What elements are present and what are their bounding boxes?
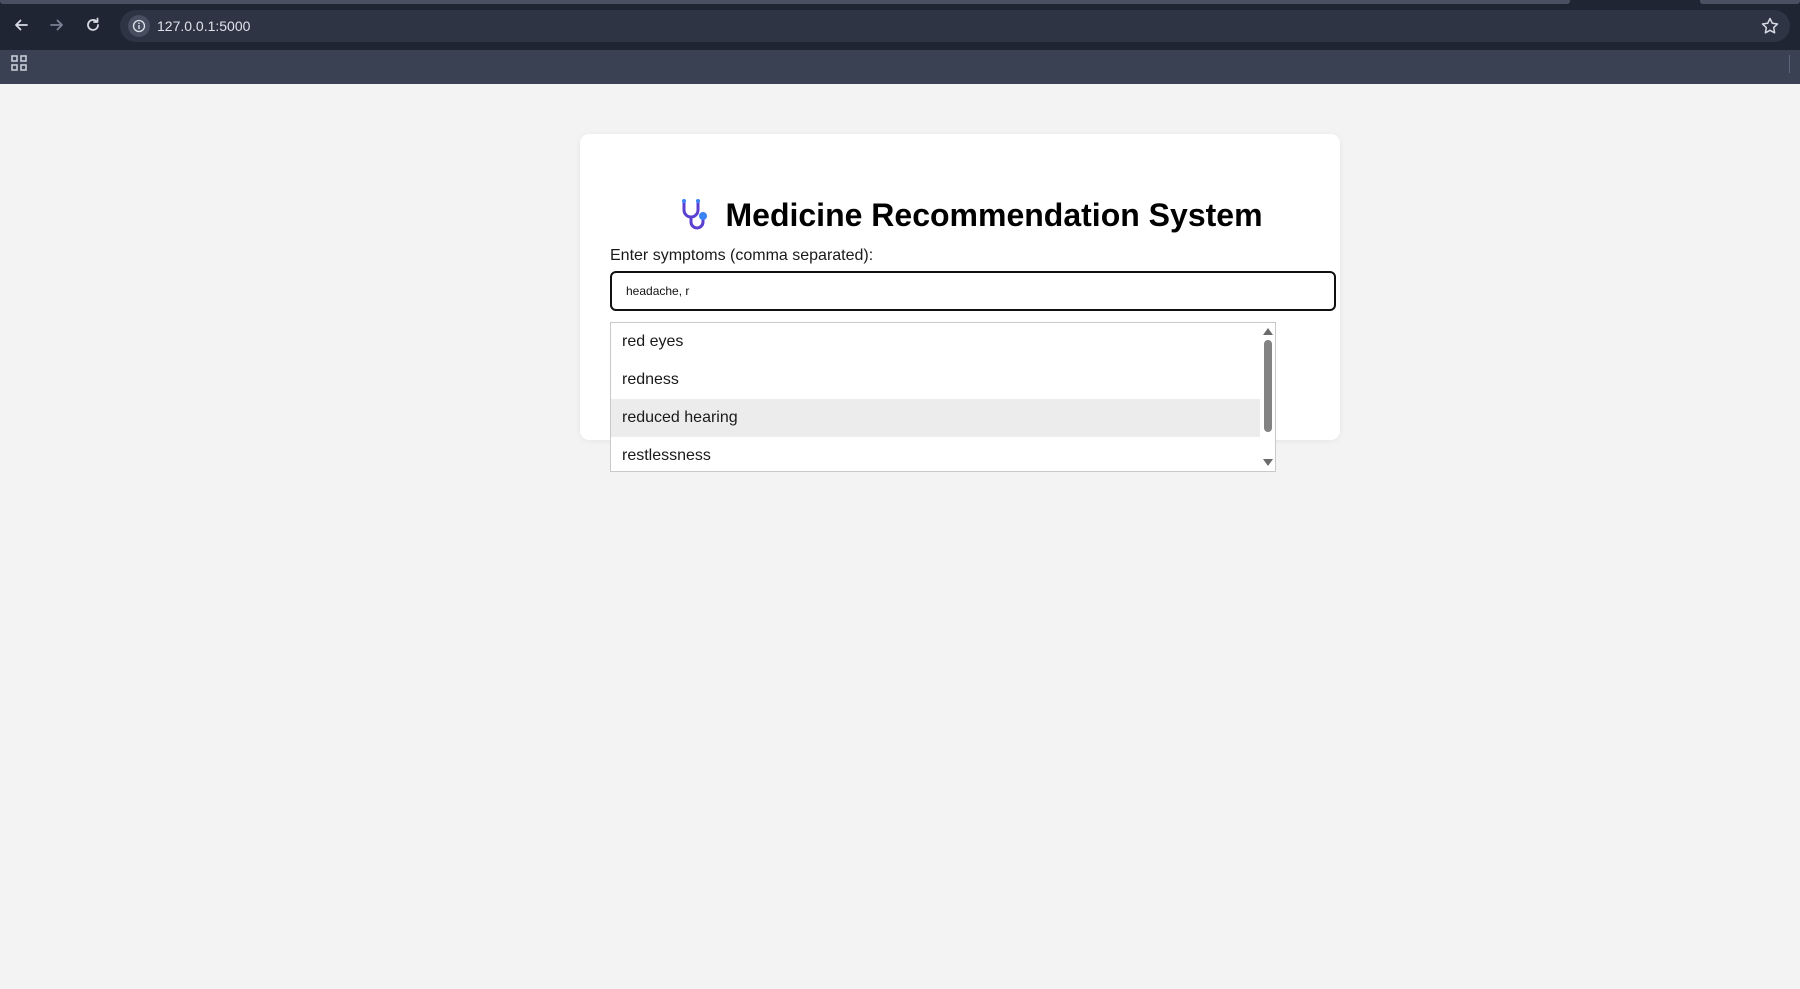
dropdown-scrollbar[interactable] [1260, 323, 1275, 471]
suggestion-item[interactable]: restlessness [611, 437, 1261, 471]
apps-grid-icon[interactable] [10, 54, 28, 72]
page-title: Medicine Recommendation System [725, 196, 1263, 233]
back-button[interactable] [8, 12, 34, 38]
arrow-right-icon [50, 19, 63, 31]
scroll-thumb[interactable] [1264, 340, 1272, 432]
info-icon [132, 19, 146, 33]
suggestion-item[interactable]: red eyes [611, 323, 1261, 361]
address-bar[interactable]: 127.0.0.1:5000 [120, 10, 1790, 42]
active-tab-edge[interactable] [0, 0, 1570, 4]
suggestion-item[interactable]: redness [611, 361, 1261, 399]
arrow-left-icon [15, 19, 28, 31]
scroll-down-arrow-icon[interactable] [1263, 459, 1273, 466]
reload-button[interactable] [80, 12, 106, 38]
url-text[interactable]: 127.0.0.1:5000 [157, 18, 250, 34]
reload-icon [87, 17, 99, 31]
title-row: Medicine Recommendation System [580, 190, 1340, 240]
symptom-suggestions-dropdown[interactable]: red eyes redness reduced hearing restles… [610, 322, 1276, 472]
inactive-tab-edge[interactable] [1700, 0, 1800, 4]
suggestion-item-highlighted[interactable]: reduced hearing [611, 399, 1261, 437]
site-info-button[interactable] [128, 15, 150, 37]
symptoms-label: Enter symptoms (comma separated): [610, 247, 874, 264]
browser-toolbar: 127.0.0.1:5000 [0, 0, 1800, 50]
tab-strip [0, 0, 1800, 6]
star-icon[interactable] [1760, 16, 1780, 36]
bookmarks-divider [1789, 55, 1790, 73]
forward-button[interactable] [44, 12, 70, 38]
scroll-up-arrow-icon[interactable] [1263, 328, 1273, 335]
stethoscope-icon [682, 199, 708, 230]
symptoms-input[interactable] [610, 271, 1336, 311]
